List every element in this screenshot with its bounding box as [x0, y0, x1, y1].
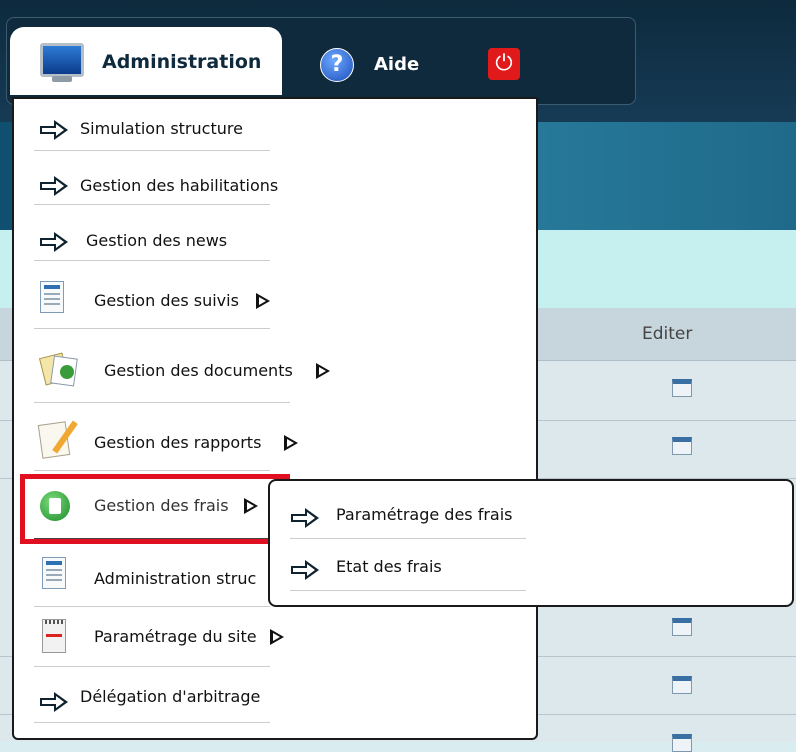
edit-calendar-icon[interactable] — [672, 734, 692, 752]
submenu-item-label: Etat des frais — [336, 557, 442, 576]
administration-dropdown: Simulation structure Gestion des habilit… — [12, 97, 538, 740]
arrow-right-icon — [40, 692, 68, 712]
submenu-arrow-icon — [284, 435, 298, 451]
menu-item-label: Gestion des habilitations — [80, 176, 279, 195]
menu-item-label: Administration struc — [94, 569, 257, 588]
menu-divider — [290, 590, 526, 591]
menu-divider — [34, 260, 270, 261]
arrow-right-icon — [40, 120, 68, 140]
menu-divider — [34, 402, 290, 403]
menu-item-gestion-news[interactable]: Gestion des news — [34, 209, 270, 261]
menu-divider — [34, 470, 270, 471]
menu-item-label: Simulation structure — [80, 119, 243, 138]
edit-calendar-icon[interactable] — [672, 379, 692, 397]
submenu-arrow-icon — [316, 363, 330, 379]
menu-item-gestion-documents[interactable]: Gestion des documents — [34, 331, 330, 403]
document-icon — [42, 557, 66, 589]
highlight-box — [20, 474, 290, 544]
menu-item-parametrage-site[interactable]: Paramétrage du site — [34, 609, 284, 667]
edit-calendar-icon[interactable] — [672, 618, 692, 636]
menu-item-label: Gestion des news — [86, 231, 228, 250]
menu-divider — [34, 204, 270, 205]
help-label: Aide — [374, 54, 420, 75]
document-icon — [40, 281, 64, 313]
monitor-stand-icon — [52, 76, 72, 82]
menu-item-administration-structure[interactable]: Administration struc — [34, 541, 270, 607]
submenu-item-label: Paramétrage des frais — [336, 505, 513, 524]
menu-divider — [34, 606, 270, 607]
menu-item-simulation-structure[interactable]: Simulation structure — [34, 99, 270, 151]
submenu-item-parametrage-frais[interactable]: Paramétrage des frais — [290, 487, 526, 539]
submenu-item-etat-frais[interactable]: Etat des frais — [290, 539, 526, 591]
edit-calendar-icon[interactable] — [672, 676, 692, 694]
administration-menu-button[interactable]: Administration — [10, 27, 282, 95]
arrow-right-icon — [40, 232, 68, 252]
edit-calendar-icon[interactable] — [672, 437, 692, 455]
documents-icon — [38, 351, 80, 387]
administration-label: Administration — [102, 51, 262, 73]
menu-item-label: Gestion des rapports — [94, 433, 262, 452]
menu-divider — [34, 666, 270, 667]
arrow-right-icon — [291, 508, 319, 528]
power-icon[interactable]: ⏻ — [488, 48, 520, 80]
menu-item-delegation-arbitrage[interactable]: Délégation d'arbitrage — [34, 669, 270, 723]
menu-divider — [34, 722, 270, 723]
menu-item-label: Délégation d'arbitrage — [80, 687, 261, 706]
menu-item-gestion-suivis[interactable]: Gestion des suivis — [34, 263, 270, 329]
monitor-icon — [40, 43, 84, 77]
menu-item-label: Gestion des suivis — [94, 291, 239, 310]
submenu-arrow-icon — [256, 293, 270, 309]
menu-divider — [34, 328, 270, 329]
menu-item-gestion-rapports[interactable]: Gestion des rapports — [34, 405, 298, 471]
menu-divider — [34, 150, 270, 151]
column-header-editer: Editer — [642, 324, 693, 344]
arrow-right-icon — [291, 560, 319, 580]
settings-page-icon — [42, 619, 66, 653]
menu-item-label: Gestion des documents — [104, 361, 293, 380]
menu-item-gestion-habilitations[interactable]: Gestion des habilitations — [34, 153, 278, 205]
menu-item-label: Paramétrage du site — [94, 627, 257, 646]
frais-submenu: Paramétrage des frais Etat des frais — [268, 479, 794, 607]
arrow-right-icon — [40, 176, 68, 196]
submenu-arrow-icon — [270, 629, 284, 645]
help-icon: ? — [320, 48, 354, 82]
